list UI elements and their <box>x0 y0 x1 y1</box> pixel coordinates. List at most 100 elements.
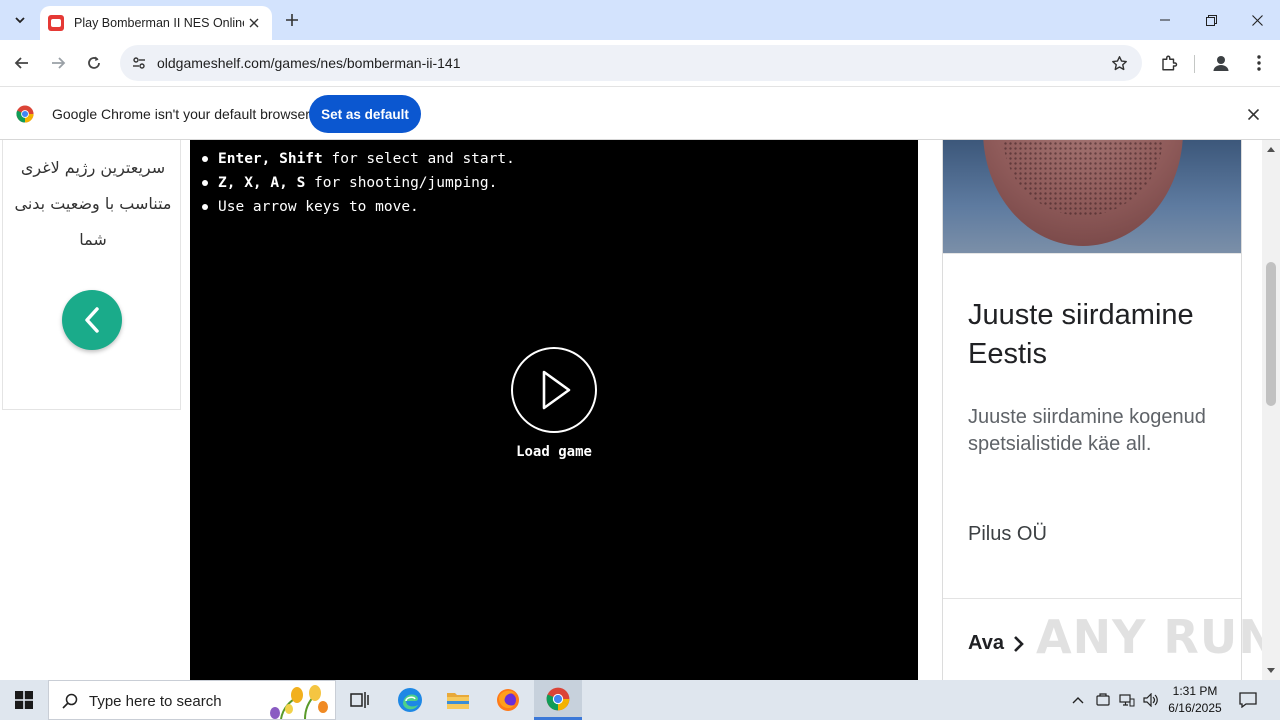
browser-tab[interactable]: Play Bomberman II NES Online <box>40 6 272 40</box>
bomberman-favicon-icon <box>48 15 64 31</box>
site-info-button[interactable] <box>127 51 151 75</box>
game-area: Enter, Shift for select and start. Z, X,… <box>190 140 918 680</box>
minimize-icon <box>1160 19 1170 21</box>
task-view-icon <box>350 692 369 708</box>
chevron-up-icon <box>1072 697 1084 704</box>
notification-center-button[interactable] <box>1238 690 1258 710</box>
edge-icon <box>398 688 422 712</box>
forward-button[interactable] <box>42 47 74 79</box>
load-game-button[interactable] <box>511 347 597 433</box>
triangle-down-icon <box>1267 668 1275 673</box>
task-view-button[interactable] <box>336 680 384 720</box>
control-keys: Z, X, A, S <box>218 175 306 191</box>
reload-button[interactable] <box>78 47 110 79</box>
taskbar-search[interactable]: Type here to search <box>48 680 336 720</box>
close-icon <box>1247 108 1259 120</box>
arrow-left-icon <box>14 57 28 69</box>
set-as-default-button[interactable]: Set as default <box>309 95 421 133</box>
taskbar-edge[interactable] <box>386 680 434 720</box>
arrow-right-icon <box>52 57 66 69</box>
volume-icon <box>1143 693 1158 707</box>
control-item: Use arrow keys to move. <box>200 196 515 220</box>
tray-overflow-button[interactable] <box>1068 690 1088 710</box>
tray-volume[interactable] <box>1141 690 1161 710</box>
scroll-down-button[interactable] <box>1266 666 1276 676</box>
taskbar-firefox[interactable] <box>484 680 532 720</box>
ad-title[interactable]: Juuste siirdamine Eestis <box>968 296 1228 374</box>
window-close-button[interactable] <box>1234 0 1280 40</box>
scrollbar-thumb[interactable] <box>1266 262 1276 406</box>
tray-network[interactable] <box>1117 690 1137 710</box>
extensions-button[interactable] <box>1156 50 1182 76</box>
scroll-up-button[interactable] <box>1266 144 1276 154</box>
ad-advertiser: Pilus OÜ <box>968 523 1047 545</box>
ad-description: Juuste siirdamine kogenud spetsialistide… <box>968 406 1206 455</box>
chevron-left-icon <box>85 307 99 333</box>
chrome-menu-button[interactable] <box>1246 50 1272 76</box>
tab-title: Play Bomberman II NES Online <box>74 16 244 30</box>
taskbar-file-explorer[interactable] <box>434 680 482 720</box>
tab-search-button[interactable] <box>6 6 34 34</box>
search-icon <box>62 693 78 709</box>
chevron-right-icon <box>1014 635 1024 652</box>
ad-cta-label: Ava <box>968 632 1004 654</box>
restore-icon <box>1205 14 1217 26</box>
load-game-label[interactable]: Load game <box>494 444 614 460</box>
plus-icon <box>286 14 298 26</box>
infobar-close-button[interactable] <box>1243 104 1263 124</box>
avatar-icon <box>1213 56 1229 71</box>
web-page: سریعترین رژیم لاغری متناسب با وضعیت بدنی… <box>0 140 1280 680</box>
restore-button[interactable] <box>1188 0 1234 40</box>
triangle-up-icon <box>1267 147 1275 152</box>
network-icon <box>1119 694 1135 707</box>
reload-icon <box>88 56 100 69</box>
control-item: Z, X, A, S for shooting/jumping. <box>200 172 515 196</box>
control-item: Enter, Shift for select and start. <box>200 148 515 172</box>
minimize-button[interactable] <box>1142 0 1188 40</box>
windows-taskbar: Type here to search 1:31 PM 6/16/2025 <box>0 680 1280 720</box>
tray-network-drive[interactable] <box>1093 690 1113 710</box>
left-ad-card[interactable]: سریعترین رژیم لاغری متناسب با وضعیت بدنی… <box>2 140 181 410</box>
infobar-message: Google Chrome isn't your default browser <box>52 106 310 122</box>
back-button[interactable] <box>6 47 38 79</box>
browser-toolbar: oldgameshelf.com/games/nes/bomberman-ii-… <box>0 40 1280 86</box>
search-placeholder: Type here to search <box>89 693 222 710</box>
control-keys: Enter, Shift <box>218 151 323 167</box>
ad-back-button[interactable] <box>62 290 122 350</box>
clock-date: 6/16/2025 <box>1168 701 1222 715</box>
right-ad[interactable]: Juuste siirdamine Eestis Juuste siirdami… <box>942 140 1242 680</box>
control-desc: Use arrow keys to move. <box>218 199 419 215</box>
anyrun-watermark: ANY RUN <box>1036 610 1278 664</box>
folder-icon <box>447 693 469 709</box>
control-desc: for shooting/jumping. <box>305 175 498 191</box>
default-browser-infobar: Google Chrome isn't your default browser… <box>0 86 1280 140</box>
chrome-logo-icon <box>16 105 34 123</box>
ad-open-button[interactable]: Ava <box>968 632 1024 655</box>
profile-button[interactable] <box>1208 50 1234 76</box>
start-button[interactable] <box>0 680 48 720</box>
left-ad-text: سریعترین رژیم لاغری متناسب با وضعیت بدنی… <box>14 158 172 249</box>
more-vertical-icon <box>1257 55 1261 71</box>
puzzle-icon <box>1162 55 1178 71</box>
taskbar-clock[interactable]: 1:31 PM 6/16/2025 <box>1160 683 1230 717</box>
ad-divider <box>943 598 1241 599</box>
drive-icon <box>1096 693 1110 706</box>
page-scrollbar[interactable] <box>1262 140 1280 680</box>
star-icon <box>1111 55 1127 70</box>
chrome-icon <box>546 687 570 710</box>
flowers-icon <box>270 685 328 719</box>
tab-close-button[interactable] <box>244 13 264 33</box>
windows-logo-icon <box>15 691 33 709</box>
clock-time: 1:31 PM <box>1172 684 1218 698</box>
url-text[interactable]: oldgameshelf.com/games/nes/bomberman-ii-… <box>157 55 460 71</box>
new-tab-button[interactable] <box>280 8 304 32</box>
bookmark-button[interactable] <box>1108 52 1130 74</box>
ad-image[interactable] <box>943 140 1241 254</box>
close-icon <box>1251 14 1263 26</box>
play-icon <box>542 370 571 410</box>
close-icon <box>249 18 259 28</box>
firefox-icon <box>497 689 519 711</box>
address-bar[interactable]: oldgameshelf.com/games/nes/bomberman-ii-… <box>120 45 1142 81</box>
tab-strip: Play Bomberman II NES Online <box>0 0 1280 40</box>
taskbar-chrome[interactable] <box>534 680 582 720</box>
